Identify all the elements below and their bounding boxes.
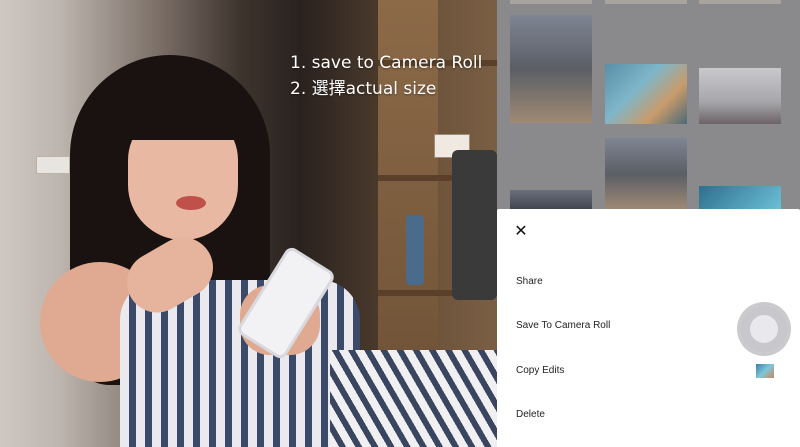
photo-thumbnail[interactable]	[699, 186, 781, 210]
striped-jacket	[330, 350, 497, 447]
save-to-camera-roll-button[interactable]: Save To Camera Roll	[516, 320, 610, 331]
wall-socket	[36, 156, 70, 174]
close-icon[interactable]: ✕	[511, 221, 531, 241]
bottle	[406, 215, 424, 285]
photo-thumbnail[interactable]	[699, 0, 781, 4]
photo-thumbnail[interactable]	[510, 15, 592, 123]
delete-button[interactable]: Delete	[516, 409, 545, 420]
step-1-text: 1. save to Camera Roll	[290, 53, 483, 73]
photo-thumbnail[interactable]	[699, 68, 781, 124]
step-2-text: 2. 選擇actual size	[290, 79, 437, 99]
image-thumbnail-icon	[756, 364, 774, 378]
instruction-overlay: 1. save to Camera Roll 2. 選擇actual size	[290, 50, 482, 102]
photo-thumbnail[interactable]	[510, 0, 592, 4]
photo-thumbnail[interactable]	[605, 64, 687, 124]
copy-edits-button[interactable]: Copy Edits	[516, 365, 564, 376]
share-button[interactable]: Share	[516, 276, 543, 287]
photo-thumbnail[interactable]	[605, 138, 687, 210]
photo-thumbnail[interactable]	[510, 190, 592, 210]
person-lips	[176, 196, 206, 210]
backpack	[452, 150, 497, 300]
assistive-touch-icon[interactable]	[740, 305, 788, 353]
photo-thumbnail[interactable]	[605, 0, 687, 4]
person-bangs	[118, 92, 246, 140]
